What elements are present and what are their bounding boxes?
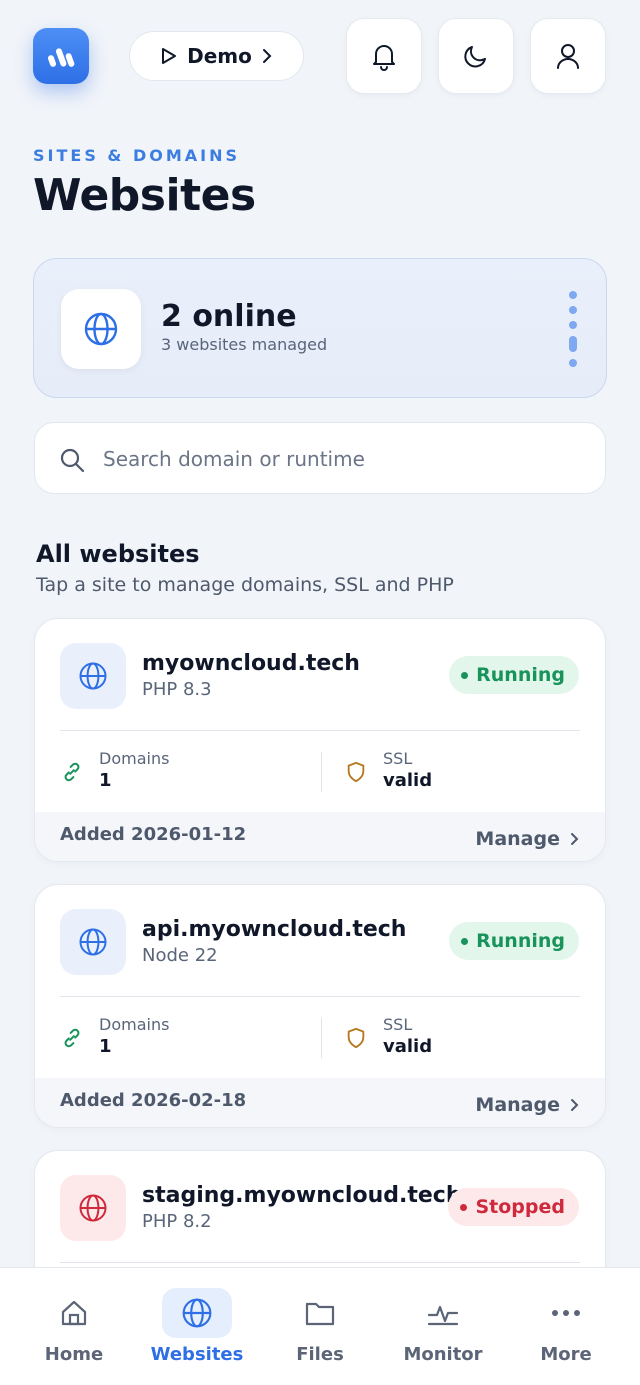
- page-eyebrow: SITES & DOMAINS: [33, 146, 240, 165]
- domains-label: Domains: [99, 1015, 170, 1034]
- nav-item-files[interactable]: Files: [260, 1288, 380, 1365]
- more-icon: [552, 1310, 580, 1316]
- nav-label: Websites: [150, 1344, 244, 1365]
- divider: [60, 730, 580, 731]
- nav-label: More: [540, 1344, 592, 1365]
- site-runtime: Node 22: [142, 945, 218, 966]
- theme-toggle-button[interactable]: [438, 18, 514, 94]
- globe-icon: [182, 1298, 212, 1328]
- globe-icon: [84, 312, 118, 346]
- link-icon: [64, 762, 80, 782]
- status-label: Running: [476, 930, 565, 952]
- home-icon: [61, 1300, 87, 1326]
- chevron-right-icon: [571, 1099, 579, 1111]
- status-badge: Running: [449, 656, 579, 694]
- page-indicator[interactable]: [568, 291, 578, 367]
- managed-count: 3 websites managed: [161, 335, 328, 354]
- logo-icon: [47, 48, 75, 67]
- manage-label: Manage: [475, 828, 560, 850]
- card-footer: Added 2026-01-12 Manage: [35, 812, 605, 861]
- section-title: All websites: [36, 540, 200, 568]
- site-globe-box: [60, 909, 126, 975]
- bell-icon: [373, 45, 395, 71]
- summary-card: 2 online 3 websites managed: [33, 258, 607, 398]
- globe-icon: [79, 928, 107, 956]
- link-icon: [64, 1028, 80, 1048]
- domains-stat: Domains 1: [61, 749, 169, 791]
- ssl-stat: SSL valid: [345, 749, 432, 791]
- added-date: Added 2026-02-18: [60, 1090, 247, 1111]
- play-icon: [162, 48, 177, 64]
- site-runtime: PHP 8.2: [142, 1211, 212, 1232]
- status-label: Stopped: [475, 1196, 565, 1218]
- search-input[interactable]: Search domain or runtime: [103, 447, 365, 471]
- divider: [60, 1262, 580, 1263]
- nav-item-more[interactable]: More: [506, 1288, 626, 1365]
- site-globe-box: [60, 1175, 126, 1241]
- search-bar[interactable]: Search domain or runtime: [34, 422, 606, 494]
- manage-link[interactable]: Manage: [475, 1094, 579, 1116]
- stat-divider: [321, 1018, 322, 1058]
- nav-label: Home: [44, 1344, 104, 1365]
- ssl-value: valid: [383, 770, 433, 791]
- card-footer: Added 2026-02-18 Manage: [35, 1078, 605, 1127]
- profile-button[interactable]: [530, 18, 606, 94]
- globe-icon: [79, 662, 107, 690]
- site-runtime: PHP 8.3: [142, 679, 212, 700]
- shield-icon: [347, 1027, 365, 1049]
- summary-globe-box: [61, 289, 141, 369]
- nav-label: Files: [296, 1344, 344, 1365]
- folder-icon: [305, 1302, 335, 1326]
- manage-link[interactable]: Manage: [475, 828, 579, 850]
- site-domain: myowncloud.tech: [142, 651, 360, 676]
- nav-item-home[interactable]: Home: [14, 1288, 134, 1365]
- chevron-right-icon: [262, 49, 272, 63]
- divider: [60, 996, 580, 997]
- status-badge: Running: [449, 922, 579, 960]
- nav-item-websites[interactable]: Websites: [137, 1288, 257, 1365]
- domains-value: 1: [99, 1036, 112, 1057]
- search-icon: [60, 448, 85, 473]
- site-globe-box: [60, 643, 126, 709]
- domains-value: 1: [99, 770, 112, 791]
- domains-label: Domains: [99, 749, 170, 768]
- online-count: 2 online: [161, 299, 297, 334]
- site-domain: api.myowncloud.tech: [142, 917, 407, 942]
- section-subtitle: Tap a site to manage domains, SSL and PH…: [36, 574, 454, 596]
- added-date: Added 2026-01-12: [60, 824, 247, 845]
- activity-icon: [427, 1305, 459, 1326]
- site-card[interactable]: myowncloud.tech PHP 8.3 Running Domains 1…: [34, 618, 606, 862]
- manage-label: Manage: [475, 1094, 560, 1116]
- shield-icon: [347, 761, 365, 783]
- demo-label: Demo: [187, 44, 252, 68]
- stat-divider: [321, 752, 322, 792]
- demo-button[interactable]: Demo: [129, 31, 304, 81]
- site-card[interactable]: api.myowncloud.tech Node 22 Running Doma…: [34, 884, 606, 1128]
- app-logo[interactable]: [33, 28, 89, 84]
- nav-label: Monitor: [403, 1344, 483, 1365]
- domains-stat: Domains 1: [61, 1015, 169, 1057]
- status-label: Running: [476, 664, 565, 686]
- chevron-right-icon: [571, 833, 579, 845]
- bottom-nav: Home Websites Files Monitor More: [0, 1267, 640, 1385]
- status-badge: Stopped: [448, 1188, 579, 1226]
- ssl-label: SSL: [383, 1015, 413, 1034]
- notifications-button[interactable]: [346, 18, 422, 94]
- globe-icon: [79, 1194, 107, 1222]
- ssl-value: valid: [383, 1036, 433, 1057]
- site-domain: staging.myowncloud.tech: [142, 1183, 462, 1208]
- moon-icon: [464, 46, 486, 68]
- page-title: Websites: [33, 170, 256, 221]
- nav-item-monitor[interactable]: Monitor: [383, 1288, 503, 1365]
- ssl-label: SSL: [383, 749, 413, 768]
- ssl-stat: SSL valid: [345, 1015, 432, 1057]
- top-bar: Demo: [0, 0, 640, 112]
- user-icon: [557, 44, 579, 69]
